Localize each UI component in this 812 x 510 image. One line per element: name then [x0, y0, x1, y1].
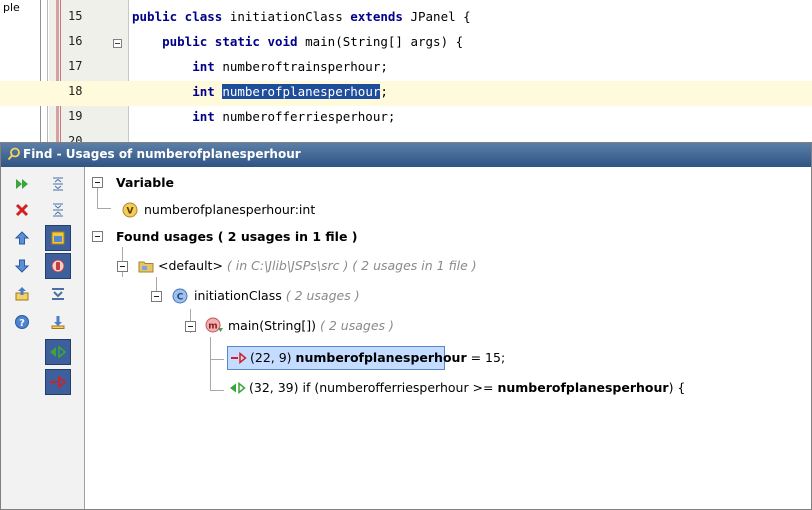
find-usages-panel: Find - Usages of numberofplanesperhour ?…: [0, 142, 812, 510]
write-usage-icon: [231, 352, 247, 364]
line-number: 19: [68, 109, 83, 123]
code-text[interactable]: public class initiationClass extends JPa…: [132, 9, 471, 24]
code-line[interactable]: 17 int numberoftrainsperhour;: [0, 56, 812, 81]
class-meta: ( 2 usages ): [285, 288, 360, 303]
show-read-access-icon[interactable]: [45, 225, 71, 251]
expand-variable-toggle[interactable]: [92, 177, 103, 188]
code-editor[interactable]: ple 15 public class initiationClass exte…: [0, 0, 812, 142]
variable-icon: V: [122, 202, 138, 218]
usages-toolbar: ?: [1, 167, 85, 509]
code-line[interactable]: 20: [0, 131, 812, 142]
code-line[interactable]: 19 int numberofferriesperhour;: [0, 106, 812, 131]
expand-method-toggle[interactable]: [185, 321, 196, 332]
show-write-usages-icon[interactable]: [45, 369, 71, 395]
import-icon[interactable]: [45, 309, 71, 335]
close-icon[interactable]: [9, 197, 35, 223]
next-occurrence-icon[interactable]: [9, 253, 35, 279]
method-icon: m: [205, 317, 223, 333]
merge-icon[interactable]: [45, 281, 71, 307]
line-number: 20: [68, 134, 83, 142]
code-text[interactable]: public static void main(String[] args) {: [132, 34, 463, 49]
variable-item[interactable]: numberofplanesperhour:int: [144, 199, 315, 221]
expand-class-toggle[interactable]: [151, 291, 162, 302]
expand-package-toggle[interactable]: [117, 261, 128, 272]
line-number: 18: [68, 84, 83, 98]
collapse-all-icon[interactable]: [45, 197, 71, 223]
svg-text:C: C: [177, 293, 184, 303]
code-text[interactable]: int numberofferriesperhour;: [132, 109, 395, 124]
package-folder-icon: [138, 261, 154, 273]
search-icon: [7, 147, 20, 161]
svg-text:?: ?: [19, 318, 25, 329]
variable-header[interactable]: Variable: [116, 172, 174, 194]
class-icon: C: [172, 288, 188, 304]
show-write-access-icon[interactable]: [45, 253, 71, 279]
rerun-icon[interactable]: [9, 171, 35, 197]
usage-row-read[interactable]: (32, 39) if (numberofferriesperhour >= n…: [227, 377, 807, 399]
read-usage-icon: [230, 382, 246, 394]
panel-title: Find - Usages of numberofplanesperhour: [23, 147, 301, 161]
code-text[interactable]: int numberoftrainsperhour;: [132, 59, 388, 74]
code-text[interactable]: int numberofplanesperhour;: [132, 84, 388, 99]
expand-found-usages-toggle[interactable]: [92, 231, 103, 242]
line-number: 16: [68, 34, 83, 48]
panel-title-bar[interactable]: Find - Usages of numberofplanesperhour: [1, 143, 811, 167]
fold-collapse-icon[interactable]: [113, 39, 122, 48]
previous-occurrence-icon[interactable]: [9, 225, 35, 251]
found-usages-header[interactable]: Found usages ( 2 usages in 1 file ): [116, 226, 358, 248]
class-node[interactable]: initiationClass ( 2 usages ): [194, 285, 360, 307]
line-number: 15: [68, 9, 83, 23]
line-number: 17: [68, 59, 83, 73]
usages-tree: Variable V numberofplanesperhour:int Fou…: [86, 167, 811, 509]
code-line[interactable]: 15 public class initiationClass extends …: [0, 6, 812, 31]
export-icon[interactable]: [9, 281, 35, 307]
help-icon[interactable]: ?: [9, 309, 35, 335]
show-read-usages-icon[interactable]: [45, 339, 71, 365]
method-node[interactable]: main(String[]) ( 2 usages ): [228, 315, 394, 337]
package-meta: ( in C:\Jlib\JSPs\src ) ( 2 usages in 1 …: [226, 258, 477, 273]
package-node[interactable]: <default> ( in C:\Jlib\JSPs\src ) ( 2 us…: [158, 255, 477, 277]
expand-all-icon[interactable]: [45, 171, 71, 197]
usage-row-write[interactable]: (22, 9) numberofplanesperhour = 15;: [227, 346, 505, 370]
current-code-line[interactable]: 18 int numberofplanesperhour;: [0, 81, 812, 106]
selected-identifier: numberofplanesperhour: [222, 84, 381, 99]
code-line[interactable]: 16 public static void main(String[] args…: [0, 31, 812, 56]
svg-text:V: V: [127, 207, 134, 217]
method-meta: ( 2 usages ): [320, 318, 394, 333]
svg-text:m: m: [208, 322, 217, 332]
